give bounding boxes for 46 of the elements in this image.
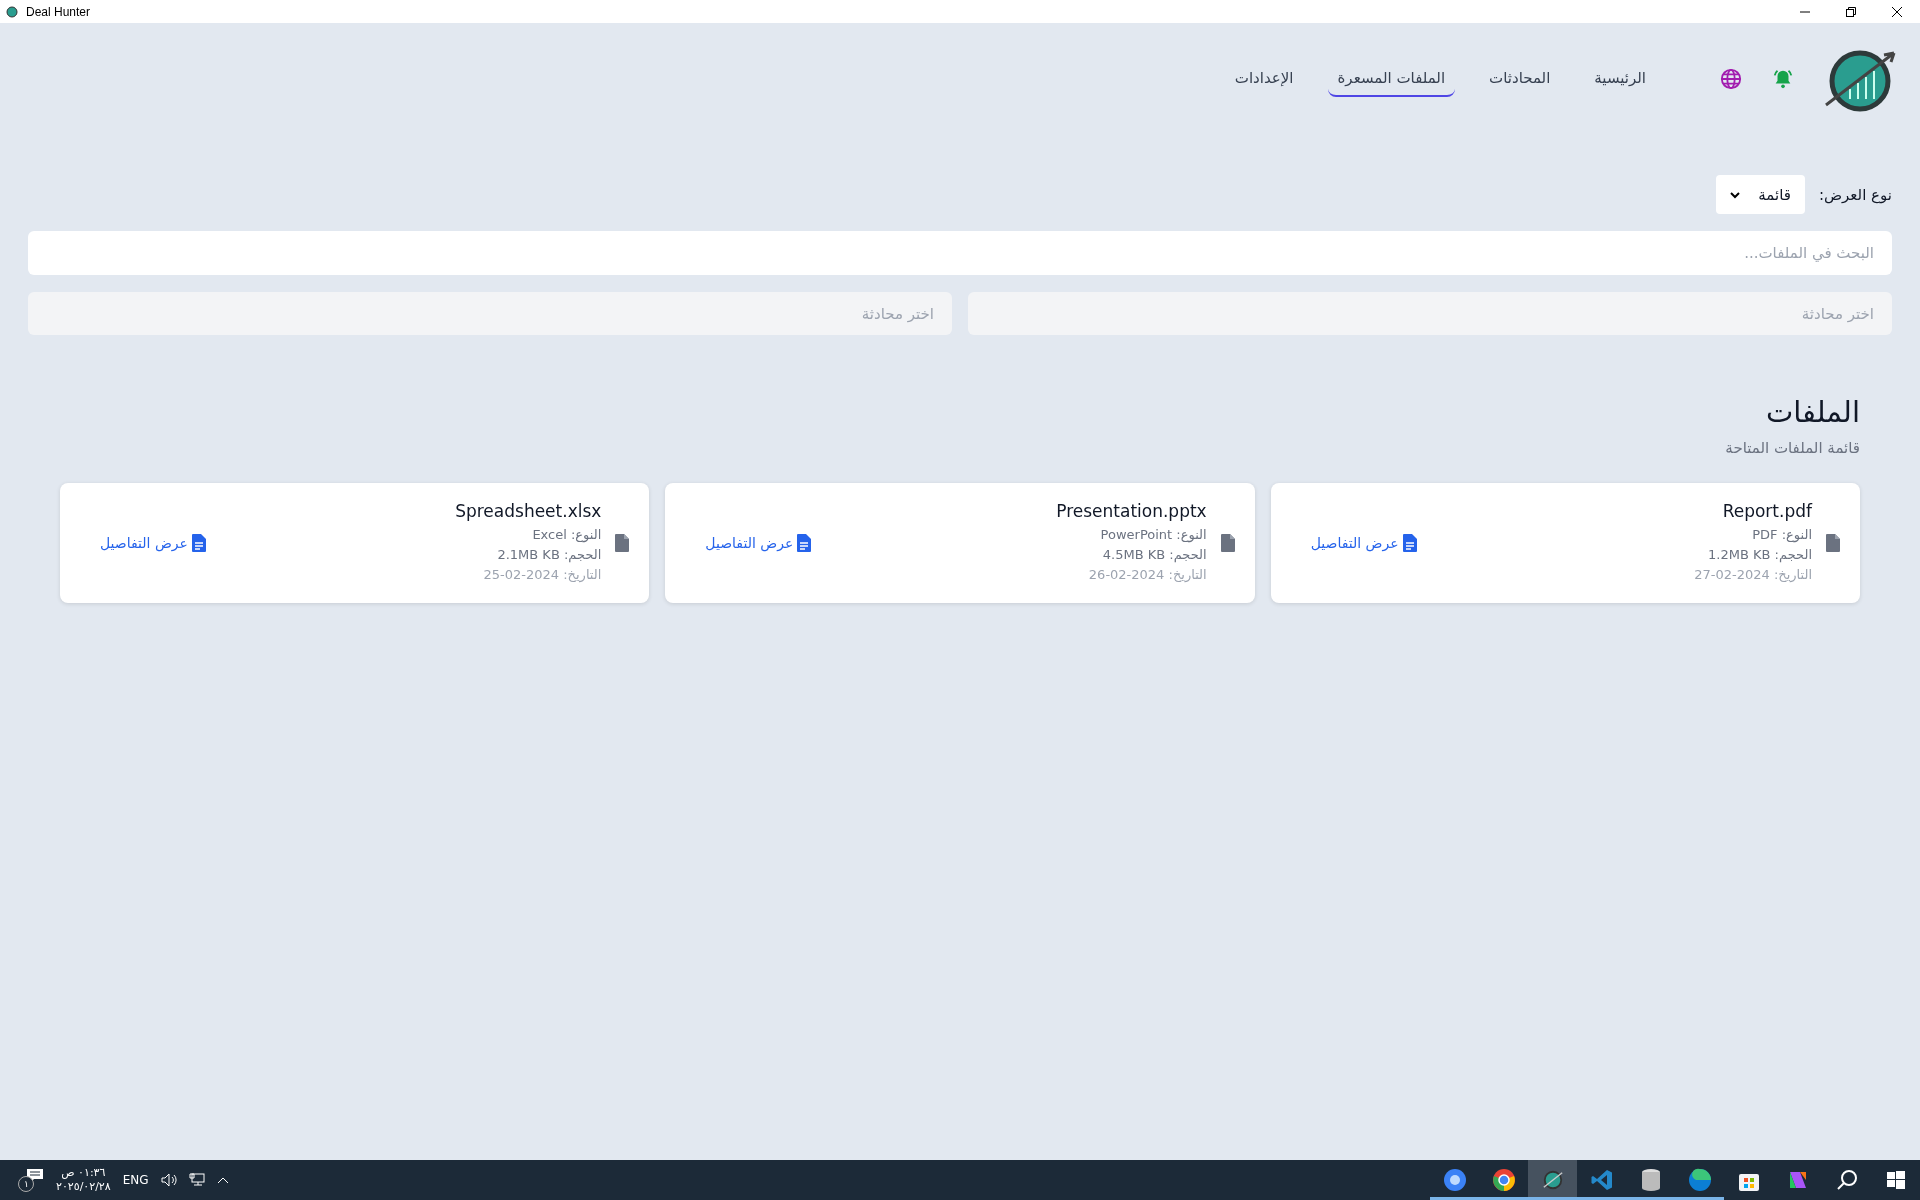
nav-tab[interactable]: المحادثات	[1479, 61, 1561, 97]
notifications-button[interactable]: ١	[18, 1168, 44, 1192]
document-icon	[191, 534, 206, 552]
taskbar-app[interactable]	[1528, 1160, 1577, 1200]
file-name: Presentation.pptx	[1056, 501, 1207, 521]
document-icon	[1402, 534, 1417, 552]
details-link[interactable]: عرض التفاصيل	[1310, 534, 1417, 552]
document-icon	[797, 534, 812, 552]
file-icon	[1220, 534, 1235, 552]
restore-icon	[1846, 6, 1856, 17]
nav-tab[interactable]: الملفات المسعرة	[1327, 61, 1456, 97]
file-name: Report.pdf	[1721, 501, 1812, 521]
details-link[interactable]: عرض التفاصيل	[705, 534, 812, 552]
file-icon	[615, 534, 630, 552]
chevron-up-icon[interactable]	[216, 1176, 229, 1184]
close-icon	[1892, 6, 1902, 17]
search-icon	[1835, 1169, 1858, 1191]
chevron-down-icon	[1730, 190, 1741, 199]
database-icon	[1639, 1168, 1662, 1192]
section-subtitle: قائمة الملفات المتاحة	[1724, 439, 1860, 457]
speaker-icon[interactable]	[160, 1173, 177, 1187]
clock[interactable]: ٠١:٣٦ ص ٢٠٢٥/٠٢/٢٨	[56, 1166, 111, 1194]
browser-icon	[1442, 1168, 1467, 1192]
network-icon[interactable]	[188, 1173, 205, 1187]
bell-icon[interactable]	[1772, 68, 1794, 90]
windows-icon	[1886, 1171, 1905, 1189]
nav-tab[interactable]: الرئيسية	[1584, 61, 1656, 97]
app-icon	[6, 5, 18, 18]
view-type-label: نوع العرض:	[1818, 185, 1892, 204]
globe-icon[interactable]	[1720, 68, 1742, 90]
window-title: Deal Hunter	[26, 4, 91, 19]
target-icon	[1541, 1169, 1564, 1191]
details-link[interactable]: عرض التفاصيل	[100, 534, 206, 552]
notification-count: ١	[18, 1176, 34, 1192]
file-icon	[1826, 534, 1840, 552]
section-title: الملفات	[1764, 395, 1860, 429]
file-name: Spreadsheet.xlsx	[455, 501, 602, 521]
view-type-select[interactable]: قائمة	[1716, 175, 1805, 214]
browser-icon	[1491, 1168, 1516, 1192]
conversation-select[interactable]: اختر محادثة	[28, 292, 952, 335]
code-editor-icon	[1589, 1168, 1614, 1192]
nav-tab[interactable]: الإعدادات	[1224, 61, 1304, 97]
conversation-select[interactable]: اختر محادثة	[968, 292, 1892, 335]
language-indicator[interactable]: ENG	[122, 1173, 149, 1187]
browser-icon	[1687, 1168, 1712, 1192]
search-field[interactable]: البحث في الملفات...	[28, 231, 1892, 275]
